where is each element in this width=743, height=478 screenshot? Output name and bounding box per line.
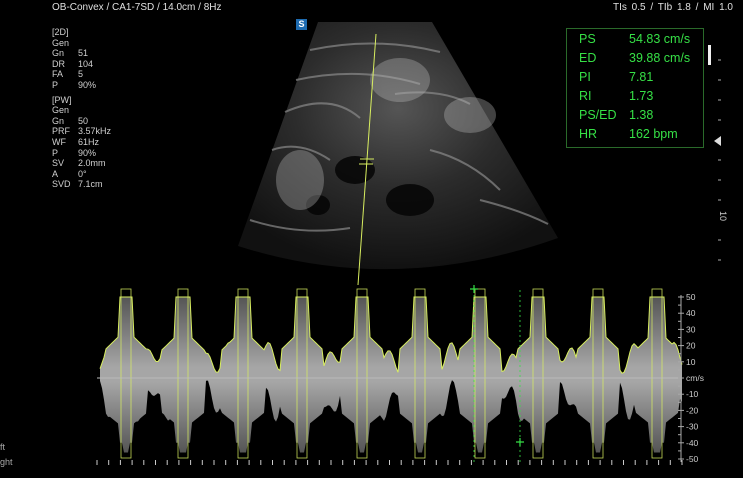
velocity-tick-label: 40 [686,308,696,318]
orientation-label: ght [0,457,13,467]
orientation-label: ft [0,442,6,452]
velocity-unit: cm/s [686,373,704,383]
velocity-tick-label: -40 [686,438,699,448]
velocity-tick-label: -10 [686,389,699,399]
velocity-tick-label: 30 [686,324,696,334]
spectrum-envelope [100,297,682,453]
velocity-tick-label: -20 [686,405,699,415]
doppler-spectrum[interactable]: 50 40 30 20 10 -10 -20 -30 -40 -50 [0,0,743,478]
velocity-tick-label: 20 [686,341,696,351]
velocity-tick-label: -50 [686,454,699,464]
velocity-tick-label: 50 [686,292,696,302]
orientation-labels: ft ght [0,440,13,470]
velocity-tick-label: 10 [686,357,696,367]
velocity-tick-label: -30 [686,422,699,432]
